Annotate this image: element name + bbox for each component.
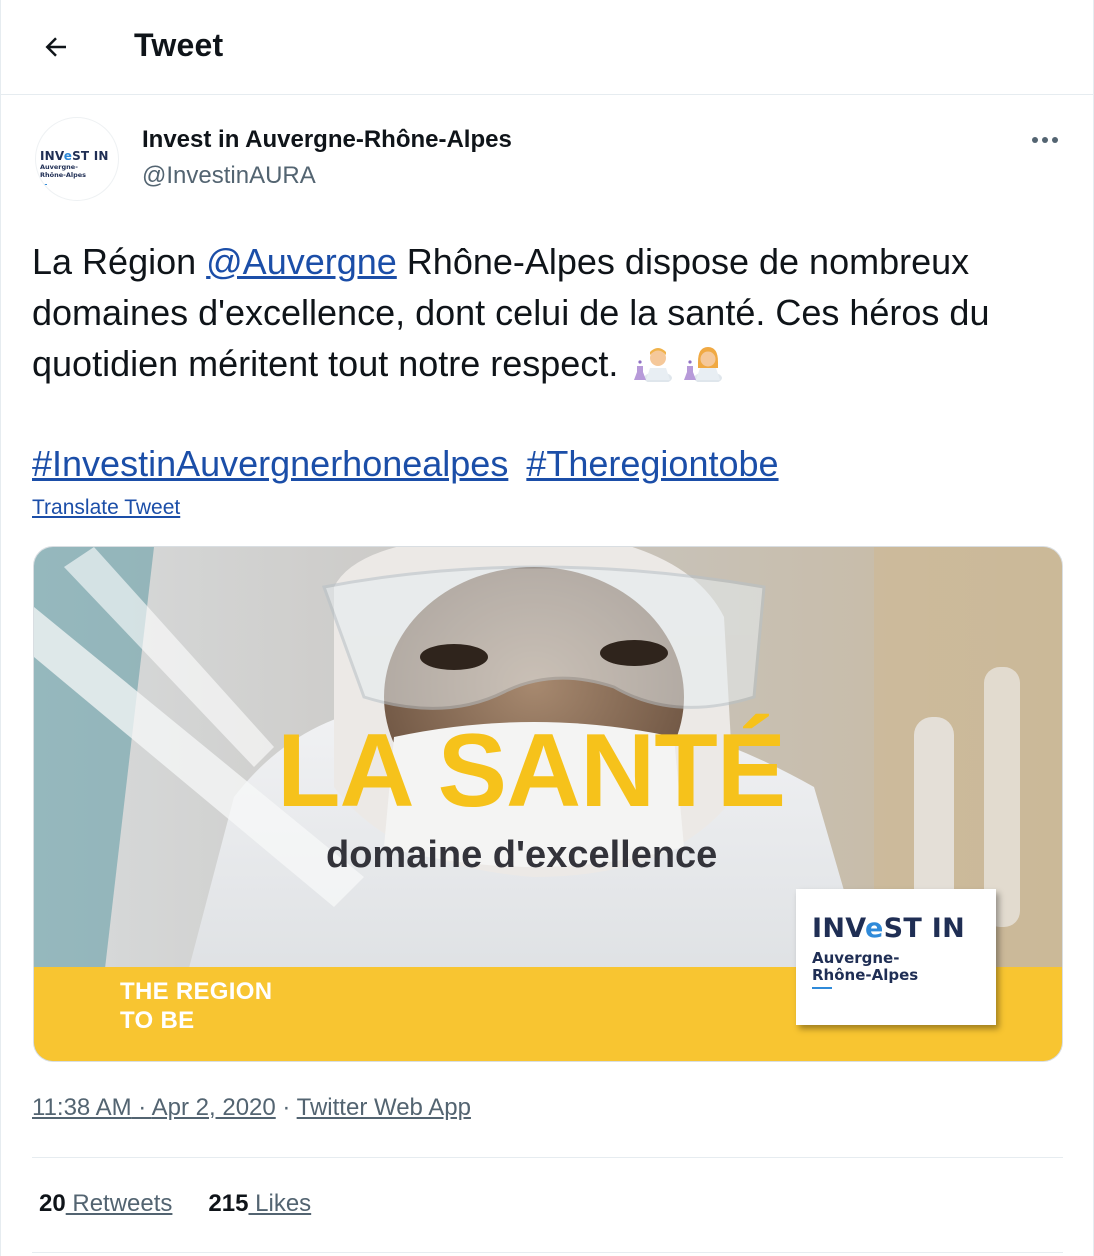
hashtag-link[interactable]: #Theregiontobe	[526, 443, 778, 484]
media-logo-subtext: Auvergne- Rhône-Alpes	[812, 949, 919, 984]
retweets-stat[interactable]: 20 Retweets	[39, 1190, 172, 1217]
tweet-stats: 20 Retweets 215 Likes	[39, 1190, 311, 1218]
tweet-text: La Région @Auvergne Rhône-Alpes dispose …	[32, 236, 1042, 389]
translate-tweet-link[interactable]: Translate Tweet	[32, 496, 180, 520]
hashtags: #InvestinAuvergnerhonealpes #Theregiontob…	[32, 438, 797, 489]
media-logo-text: INVeST IN	[812, 913, 965, 944]
author-display-name[interactable]: Invest in Auvergne-Rhône-Alpes	[142, 126, 512, 154]
back-button[interactable]	[31, 22, 81, 72]
tweet-source-link[interactable]: Twitter Web App	[297, 1094, 471, 1121]
avatar-logo-subtext: Auvergne- Rhône-Alpes	[40, 163, 87, 179]
page-title: Tweet	[134, 27, 224, 63]
tweet-text-part: La Région	[32, 241, 207, 282]
arrow-left-icon	[45, 37, 66, 57]
author-handle[interactable]: @InvestinAURA	[142, 162, 316, 190]
media-logo-card: INVeST IN Auvergne- Rhône-Alpes	[796, 889, 996, 1025]
tweet-time-link[interactable]: 11:38 AM · Apr 2, 2020	[32, 1094, 276, 1121]
divider	[32, 1252, 1063, 1253]
man-scientist-emoji	[634, 348, 673, 382]
media-subline: domaine d'excellence	[326, 834, 718, 876]
more-horizontal-icon	[1032, 137, 1058, 143]
woman-scientist-emoji	[684, 347, 723, 382]
tweet-page: Tweet INVeST IN Auvergne- Rhône-Alpes In…	[0, 0, 1094, 1256]
divider	[32, 1157, 1063, 1158]
mention-link[interactable]: @Auvergne	[206, 241, 397, 282]
tweet-metadata: 11:38 AM · Apr 2, 2020 · Twitter Web App	[32, 1094, 471, 1122]
media-headline: LA SANTÉ	[277, 713, 786, 829]
media-logo-dash	[812, 987, 832, 989]
hashtag-link[interactable]: #InvestinAuvergnerhonealpes	[32, 443, 508, 484]
avatar-logo-text: INVeST IN	[40, 149, 109, 163]
more-options-button[interactable]	[1023, 122, 1067, 158]
media-band-text: THE REGION TO BE	[120, 978, 273, 1034]
likes-stat[interactable]: 215 Likes	[208, 1190, 311, 1217]
header-bar: Tweet	[1, 0, 1094, 95]
meta-separator: ·	[275, 1094, 297, 1121]
avatar[interactable]: INVeST IN Auvergne- Rhône-Alpes	[35, 117, 119, 201]
tweet-media-image[interactable]: LA SANTÉ domaine d'excellence THE REGION…	[33, 546, 1063, 1062]
avatar-logo-dash	[40, 184, 47, 185]
